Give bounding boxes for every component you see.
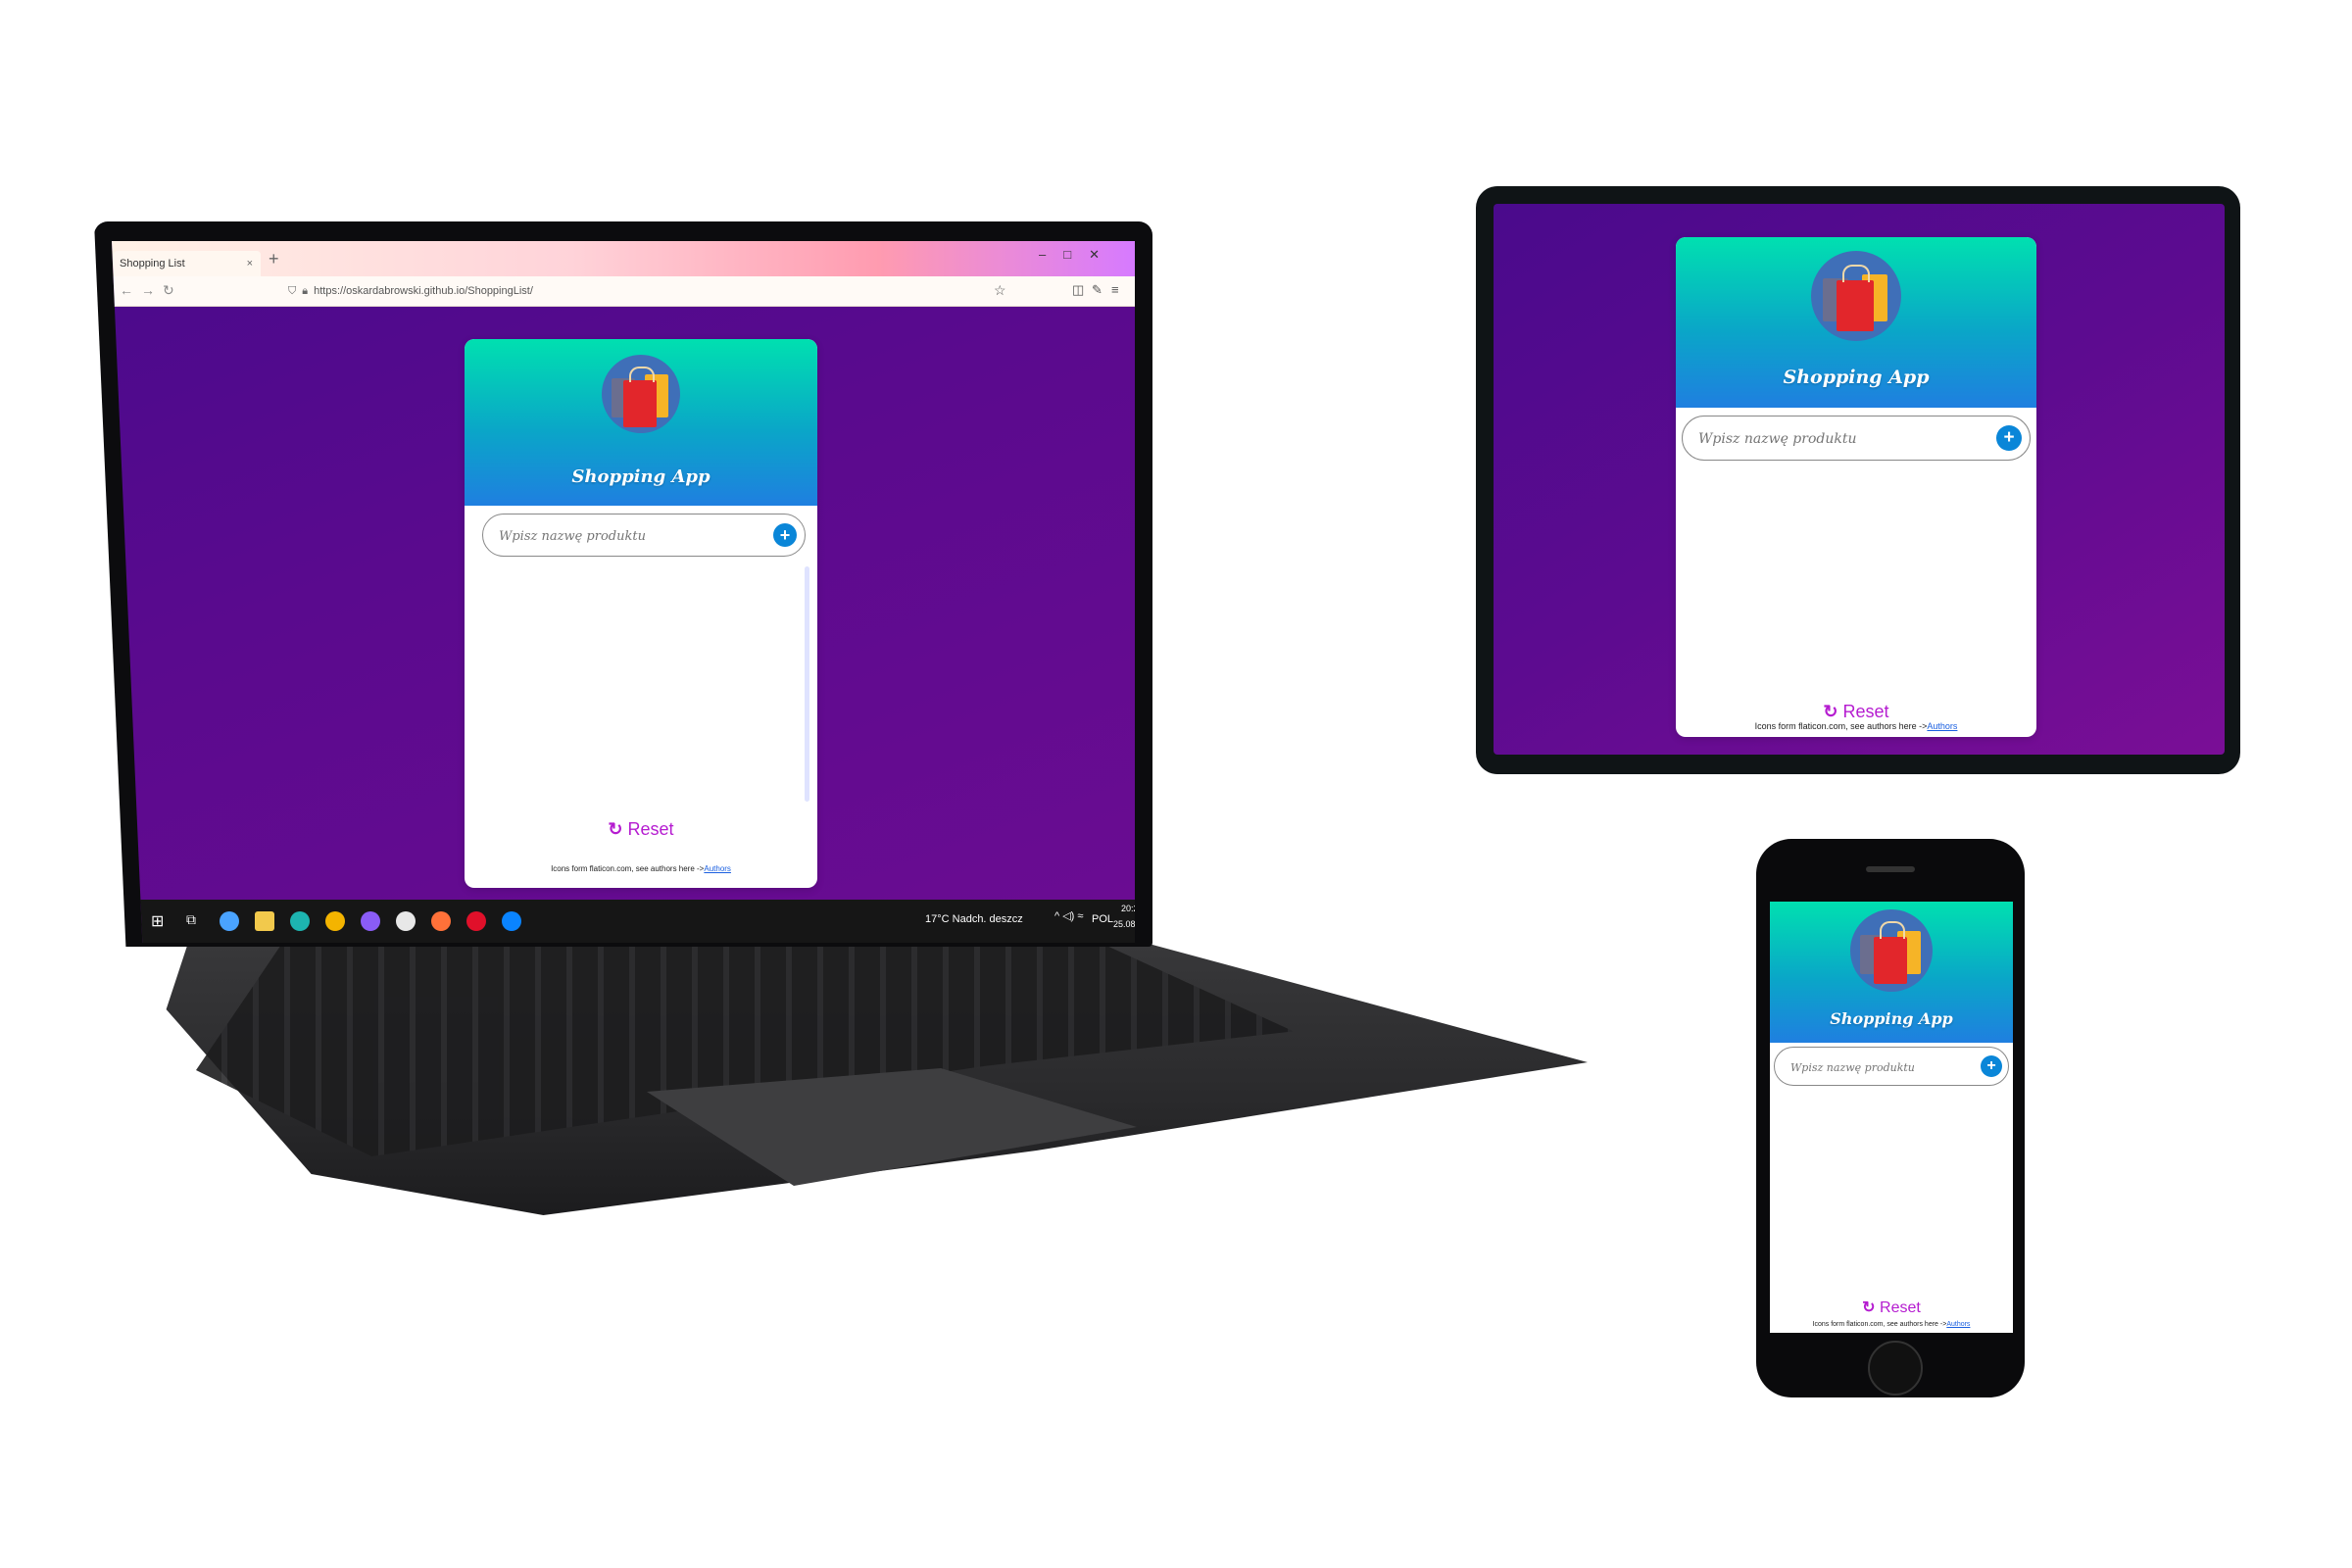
app-header: Shopping App: [1770, 902, 2013, 1043]
reset-label: Reset: [1842, 702, 1889, 721]
list-scrollbar[interactable]: [805, 566, 809, 802]
reset-icon: ↻: [1862, 1299, 1876, 1316]
app-header: Shopping App: [1676, 237, 2036, 408]
reset-label: Reset: [627, 819, 674, 839]
add-product-button[interactable]: +: [1981, 1055, 2002, 1077]
chrome-alt-icon[interactable]: [396, 911, 416, 931]
clock-time: 20:26: [1121, 904, 1135, 913]
app-title: Shopping App: [571, 466, 710, 487]
reset-icon: ↻: [608, 819, 623, 839]
phone-home-button[interactable]: [1868, 1341, 1923, 1396]
extensions-icon[interactable]: ✎: [1092, 282, 1102, 298]
forward-button[interactable]: →: [141, 282, 155, 298]
app-title: Shopping App: [1830, 1009, 1953, 1028]
add-product-button[interactable]: +: [773, 523, 797, 547]
task-view-icon[interactable]: ⧉: [186, 911, 196, 928]
phone-speaker: [1866, 866, 1915, 872]
reset-button[interactable]: ↻ Reset: [465, 819, 817, 840]
firefox-icon[interactable]: [431, 911, 451, 931]
authors-link[interactable]: Authors: [1946, 1321, 1970, 1328]
shopping-bag-icon: [1811, 251, 1901, 341]
language-indicator[interactable]: POL: [1092, 913, 1113, 925]
browser-tab-bar: Shopping List × + –□✕: [112, 241, 1135, 276]
product-input[interactable]: +: [1682, 416, 2031, 462]
pocket-icon[interactable]: ◫: [1072, 282, 1084, 298]
product-name-field[interactable]: [1696, 416, 1984, 462]
reset-icon: ↻: [1823, 702, 1838, 721]
bookmark-star-icon[interactable]: ☆: [994, 282, 1006, 299]
app-title: Shopping App: [1783, 367, 1930, 388]
attribution-note: Icons form flaticon.com, see authors her…: [1770, 1321, 2013, 1328]
attribution-note: Icons form flaticon.com, see authors her…: [1676, 721, 2036, 731]
authors-link[interactable]: Authors: [704, 864, 731, 873]
windows-taskbar: ⊞ ⧉ 17°C Nadch. deszcz ^ ◁) ≈ POL 20:26 …: [112, 900, 1135, 943]
shopping-app-card: Shopping App + ↻ Reset Icons form flatic…: [465, 339, 817, 888]
app-header: Shopping App: [465, 339, 817, 506]
browser-tab[interactable]: Shopping List ×: [114, 251, 261, 276]
reload-button[interactable]: ↻: [163, 282, 174, 299]
add-product-button[interactable]: +: [1996, 425, 2022, 451]
phone-screen: Shopping App + ↻ Reset Icons form flatic…: [1770, 902, 2013, 1333]
authors-link[interactable]: Authors: [1927, 721, 1957, 731]
file-explorer-icon[interactable]: [255, 911, 274, 931]
shopping-bag-icon: [1850, 909, 1933, 992]
window-controls[interactable]: –□✕: [1039, 247, 1117, 263]
clock-date: 25.08.2021: [1113, 919, 1135, 929]
url-text: https://oskardabrowski.github.io/Shoppin…: [314, 285, 533, 297]
tablet-screen: Shopping App + ↻ Reset Icons form flatic…: [1494, 204, 2225, 755]
product-input[interactable]: +: [482, 514, 806, 558]
reset-label: Reset: [1880, 1299, 1921, 1316]
tab-close-icon[interactable]: ×: [247, 251, 253, 276]
weather-status[interactable]: 17°C Nadch. deszcz: [925, 913, 1023, 925]
laptop-screen: Shopping List × + –□✕ ← → ↻ ⛉ 🔒︎ https://o…: [112, 241, 1135, 943]
address-bar[interactable]: ⛉ 🔒︎ https://oskardabrowski.github.io/Shop…: [288, 280, 759, 302]
menu-icon[interactable]: ≡: [1111, 282, 1119, 297]
firefox-dev-icon[interactable]: [502, 911, 521, 931]
tray-icons[interactable]: ^ ◁) ≈: [1054, 909, 1083, 922]
opera-icon[interactable]: [466, 911, 486, 931]
attribution-text: Icons form flaticon.com, see authors her…: [1812, 1321, 1947, 1328]
product-name-field[interactable]: [497, 514, 765, 558]
product-name-field[interactable]: [1788, 1048, 1979, 1087]
browser-nav-bar: ← → ↻ ⛉ 🔒︎ https://oskardabrowski.github.i…: [112, 276, 1135, 307]
tab-title: Shopping List: [120, 258, 185, 270]
lock-icon: 🔒︎: [302, 285, 309, 297]
app-icon-1[interactable]: [220, 911, 239, 931]
new-tab-button[interactable]: +: [269, 249, 279, 270]
attribution-note: Icons form flaticon.com, see authors her…: [465, 864, 817, 873]
windows-start-icon[interactable]: ⊞: [151, 911, 164, 931]
attribution-text: Icons form flaticon.com, see authors her…: [1754, 721, 1928, 731]
shopping-app-card-tablet: Shopping App + ↻ Reset Icons form flatic…: [1676, 237, 2036, 737]
tor-icon[interactable]: [361, 911, 380, 931]
shopping-bag-icon: [602, 355, 680, 433]
edge-icon[interactable]: [290, 911, 310, 931]
product-input[interactable]: +: [1774, 1047, 2009, 1087]
reset-button[interactable]: ↻ Reset: [1676, 702, 2036, 722]
attribution-text: Icons form flaticon.com, see authors her…: [551, 864, 705, 873]
reset-button[interactable]: ↻ Reset: [1770, 1298, 2013, 1317]
shield-icon: ⛉: [288, 285, 297, 297]
back-button[interactable]: ←: [120, 282, 133, 298]
chrome-icon[interactable]: [325, 911, 345, 931]
